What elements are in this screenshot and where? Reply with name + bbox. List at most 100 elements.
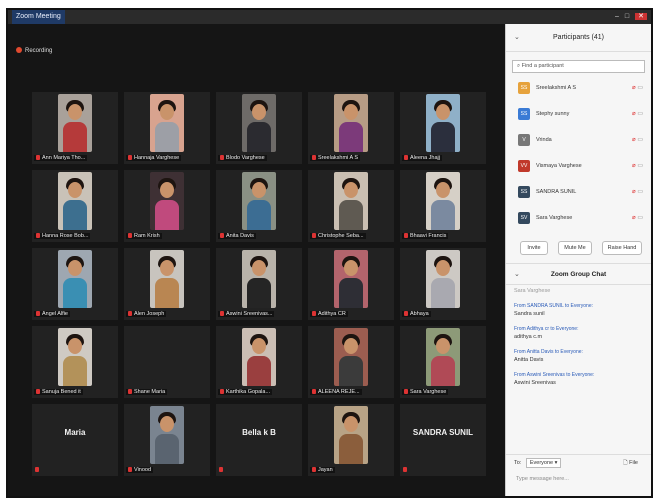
participant-name: Stephy sunny [536,111,570,117]
person-body [247,122,271,152]
participant-name-label: Hannaja Varghese [126,155,182,161]
person-body [247,356,271,386]
camera-icon: ▭ [637,137,643,143]
person-body [63,356,87,386]
invite-button[interactable]: Invite [520,241,548,255]
participant-video [58,94,92,152]
search-icon: ⌕ [517,63,521,69]
participant-video-tile[interactable]: Adithya CR [308,248,394,320]
participant-row[interactable]: SS Sreelakshmi A S ⌀ ▭ [506,77,651,103]
participant-name-text: Aleena Jhajj [410,155,440,161]
participant-row[interactable]: SV Sara Varghese ⌀ ▭ [506,207,651,233]
camera-icon: ▭ [637,85,643,91]
participant-video-tile[interactable]: Jayan [308,404,394,476]
person-face [252,338,266,354]
chat-message-sender[interactable]: From Adithya cr to Everyone: [514,325,643,333]
maximize-icon[interactable]: □ [625,13,635,20]
participant-status-icons: ⌀ ▭ [632,188,643,195]
participant-name-label: Anita Davis [218,233,256,239]
participant-name-text: Shane Maria [134,389,166,395]
recipient-select[interactable]: Everyone ▾ [525,458,562,468]
participant-video [150,250,184,308]
participant-video-tile[interactable]: SANDRA SUNIL [400,404,486,476]
participant-video-tile[interactable]: ALEENA REJE... [308,326,394,398]
minimize-icon[interactable]: – [615,13,625,20]
file-button[interactable]: 🗋 File [623,455,638,471]
title-bar: Zoom Meeting –□ ✕ [8,10,651,24]
mic-muted-icon [36,155,40,160]
participant-name-placeholder: Bella k B [242,428,276,437]
participant-video-tile[interactable]: Aleena Jhajj [400,92,486,164]
participant-video-tile[interactable]: Bella k B [216,404,302,476]
participant-name-placeholder: Maria [64,428,86,437]
participant-video-tile[interactable]: Anita Davis [216,170,302,242]
participant-video-tile[interactable]: Hannaja Varghese [124,92,210,164]
participant-video-tile[interactable]: Angel Alfie [32,248,118,320]
participant-video-tile[interactable]: Sanuja Bened it [32,326,118,398]
person-face [252,260,266,276]
participant-video-tile[interactable]: Ram Krish [124,170,210,242]
chat-message-sender[interactable]: From Aswini Sreenivas to Everyone: [514,371,643,379]
participant-video-tile[interactable]: Abhaya [400,248,486,320]
mic-muted-icon [36,233,40,238]
participants-header: ⌄ Participants (41) [506,24,651,52]
chevron-down-icon[interactable]: ⌄ [514,24,520,52]
participant-name-label: Bhaavi Francis [402,233,449,239]
avatar: SS [518,82,530,94]
participant-name-text: Bhaavi Francis [410,233,447,239]
participant-video-tile[interactable]: Vinood [124,404,210,476]
participant-name-label: Christophe Seba... [310,233,366,239]
avatar: SV [518,212,530,224]
participant-video-tile[interactable]: Sara Varghese [400,326,486,398]
mute-me-button[interactable]: Mute Me [558,241,592,255]
participant-video-tile[interactable]: Aswini Sreenivas... [216,248,302,320]
participant-video-tile[interactable]: Karthika Gopala... [216,326,302,398]
participant-video [426,172,460,230]
person-face [160,182,174,198]
chat-top-text: Sara Varghese [514,288,551,294]
participant-video-tile[interactable]: Maria [32,404,118,476]
participant-video-tile[interactable]: Bhaavi Francis [400,170,486,242]
person-face [160,416,174,432]
chat-message-sender[interactable]: From Anitta Davis to Everyone: [514,348,643,356]
avatar: V [518,134,530,146]
video-gallery: Recording Ann Mariya Tho... Hannaja Vargh… [8,24,505,496]
avatar: SS [518,108,530,120]
participant-video-tile[interactable]: Sreelakshmi A S [308,92,394,164]
participant-video [334,328,368,386]
camera-icon: ▭ [637,111,643,117]
raise-hand-button[interactable]: Raise Hand [602,241,642,255]
participant-name: Vismaya Varghese [536,163,582,169]
participant-video-tile[interactable]: Blodo Varghese [216,92,302,164]
participant-video-tile[interactable]: Christophe Seba... [308,170,394,242]
chat-message-input[interactable]: Type message here... [512,472,646,492]
mic-muted-icon [404,233,408,238]
participant-row[interactable]: SS SANDRA SUNIL ⌀ ▭ [506,181,651,207]
participant-video-tile[interactable]: Alen Joseph [124,248,210,320]
participant-name-text: Ram Krish [134,233,160,239]
mic-muted-icon [312,155,316,160]
participant-search-input[interactable]: ⌕ Find a participant [512,60,645,73]
participant-name-text: Ann Mariya Tho... [42,155,86,161]
participant-list: SS Sreelakshmi A S ⌀ ▭ SS Stephy sunny ⌀ ▭ V Vr… [506,77,651,233]
participant-video [426,328,460,386]
chat-message-text: Aswini Sreenivas [514,380,556,386]
chat-message: From SANDRA SUNIL to Everyone: Sandra sun… [514,302,643,319]
participant-name-label: Sreelakshmi A S [310,155,361,161]
participant-video-tile[interactable]: Hanna Rose Bob... [32,170,118,242]
chevron-down-icon[interactable]: ⌄ [514,264,520,286]
close-icon[interactable]: ✕ [635,13,647,20]
participant-video-tile[interactable]: Shane Maria [124,326,210,398]
participant-name-text: Abhaya [410,311,429,317]
participant-row[interactable]: V Vrinda ⌀ ▭ [506,129,651,155]
participant-row[interactable]: SS Stephy sunny ⌀ ▭ [506,103,651,129]
participant-row[interactable]: VV Vismaya Varghese ⌀ ▭ [506,155,651,181]
chat-message: From Anitta Davis to Everyone: Anitta Dav… [514,348,643,365]
chat-message-sender[interactable]: From SANDRA SUNIL to Everyone: [514,302,643,310]
person-body [155,200,179,230]
chat-recipient-row: To: Everyone ▾ 🗋 File [506,454,651,471]
participant-video-tile[interactable]: Ann Mariya Tho... [32,92,118,164]
participant-name-label: Ram Krish [126,233,162,239]
participant-video [334,172,368,230]
person-face [68,182,82,198]
